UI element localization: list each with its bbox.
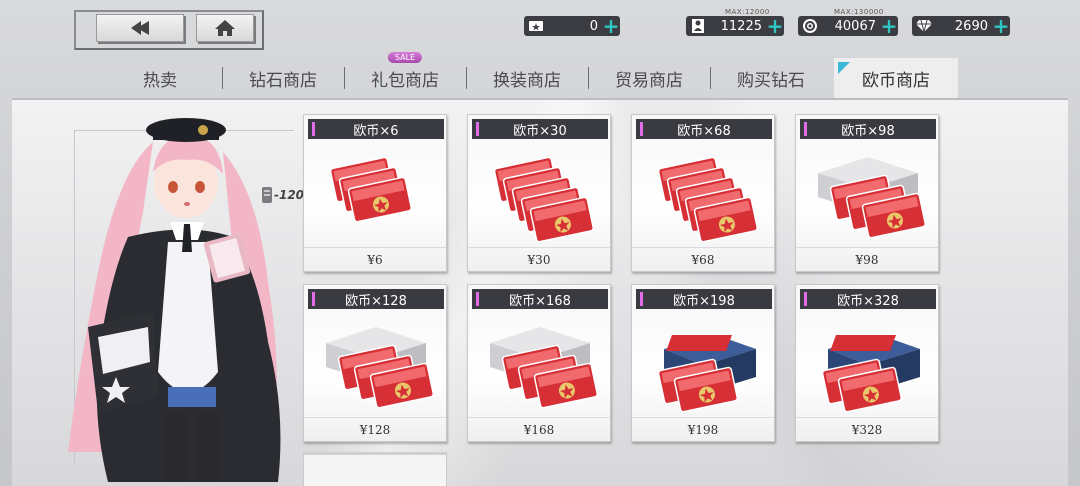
product-title-bar: 欧币×168 <box>472 289 608 309</box>
product-title-bar: 欧币×128 <box>308 289 444 309</box>
title-accent-mark <box>312 292 315 306</box>
title-accent-mark <box>640 292 643 306</box>
product-price: ¥328 <box>796 417 938 441</box>
tab-ocoin-shop[interactable]: 欧币商店 <box>834 58 958 98</box>
tab-label: 购买钻石 <box>737 70 805 91</box>
product-price: ¥128 <box>304 417 446 441</box>
title-accent-mark <box>640 122 643 136</box>
product-title-bar: 欧币×68 <box>636 119 772 139</box>
add-icon[interactable]: + <box>880 16 898 36</box>
add-icon[interactable]: + <box>992 16 1010 36</box>
product-card[interactable]: 欧币×198 ¥198 <box>631 284 775 442</box>
product-title: 欧币×30 <box>513 123 567 139</box>
product-card[interactable]: 欧币×98 ¥98 <box>795 114 939 272</box>
product-title-bar: 欧币×98 <box>800 119 936 139</box>
tab-label: 热卖 <box>143 70 177 91</box>
product-price: ¥98 <box>796 247 938 271</box>
ocoin-package-image <box>493 156 594 243</box>
resource-value: 2690 <box>954 18 988 34</box>
title-accent-mark <box>476 292 479 306</box>
resource-value: 11225 <box>720 18 762 34</box>
shop-tabs: 热卖 钻石商店 SALE 礼包商店 换装商店 贸易商店 购买钻石 欧币商店 <box>98 52 968 98</box>
product-price: ¥198 <box>632 417 774 441</box>
ocoin-package-image <box>821 335 920 413</box>
tab-label: 换装商店 <box>493 70 561 91</box>
product-title: 欧币×198 <box>673 293 735 309</box>
product-card-partial[interactable] <box>303 452 447 486</box>
tab-trade-shop[interactable]: 贸易商店 <box>588 58 710 98</box>
active-tab-marker <box>838 62 850 74</box>
product-price: ¥30 <box>468 247 610 271</box>
title-accent-mark <box>804 292 807 306</box>
tab-label: 礼包商店 <box>371 70 439 91</box>
product-card[interactable]: 欧币×68 ¥68 <box>631 114 775 272</box>
home-icon <box>215 20 235 36</box>
ocoin-package-image <box>818 157 926 239</box>
product-title-bar: 欧币×30 <box>472 119 608 139</box>
product-card[interactable]: 欧币×6 ¥6 <box>303 114 447 272</box>
product-title: 欧币×6 <box>353 123 399 139</box>
ocoin-package-image <box>329 156 412 223</box>
cost-value: -120 <box>274 188 305 202</box>
product-title: 欧币×168 <box>509 293 571 309</box>
resource-max-label: MAX:12000 <box>725 8 770 16</box>
tab-label: 贸易商店 <box>615 70 683 91</box>
title-accent-mark <box>312 122 315 136</box>
resource-gear[interactable]: 40067 + <box>798 16 898 36</box>
resource-ticket[interactable]: 0 + <box>524 16 620 36</box>
product-title-bar: 欧币×6 <box>308 119 444 139</box>
shop-character-illustration <box>68 118 281 482</box>
ocoin-package-image <box>326 327 434 409</box>
ocoin-package-image <box>657 156 758 243</box>
product-card[interactable]: 欧币×128 ¥128 <box>303 284 447 442</box>
product-title-bar: 欧币×198 <box>636 289 772 309</box>
resource-max-label: MAX:130000 <box>834 8 884 16</box>
home-button[interactable] <box>196 14 254 42</box>
resource-diamond[interactable]: 2690 + <box>912 16 1010 36</box>
tab-diamond-shop[interactable]: 钻石商店 <box>222 58 344 98</box>
product-card[interactable]: 欧币×328 ¥328 <box>795 284 939 442</box>
add-icon[interactable]: + <box>766 16 784 36</box>
tab-label: 欧币商店 <box>862 70 930 91</box>
resource-manpower[interactable]: 11225 + <box>686 16 784 36</box>
product-price: ¥168 <box>468 417 610 441</box>
add-icon[interactable]: + <box>602 16 620 36</box>
product-card[interactable]: 欧币×30 ¥30 <box>467 114 611 272</box>
tab-hot-sale[interactable]: 热卖 <box>98 58 222 98</box>
item-cost-icon <box>262 187 272 203</box>
product-title: 欧币×68 <box>677 123 731 139</box>
product-title-bar: 欧币×328 <box>800 289 936 309</box>
back-arrow-icon <box>131 21 149 35</box>
title-accent-mark <box>804 122 807 136</box>
tab-package-shop[interactable]: SALE 礼包商店 <box>344 52 466 98</box>
cost-tag: -120 <box>260 185 304 205</box>
resource-value: 40067 <box>834 18 876 34</box>
diamond-icon <box>914 16 934 36</box>
sale-badge: SALE <box>387 52 423 63</box>
back-button[interactable] <box>96 14 184 42</box>
ticket-icon <box>526 16 546 36</box>
gear-coin-icon <box>800 16 820 36</box>
product-price: ¥6 <box>304 247 446 271</box>
top-bar: 0 + MAX:12000 11225 + MAX:130000 40067 +… <box>0 0 1080 58</box>
product-price: ¥68 <box>632 247 774 271</box>
tab-skin-shop[interactable]: 换装商店 <box>466 58 588 98</box>
product-title: 欧币×98 <box>841 123 895 139</box>
tab-buy-diamonds[interactable]: 购买钻石 <box>710 58 832 98</box>
product-card[interactable]: 欧币×168 ¥168 <box>467 284 611 442</box>
ocoin-package-image <box>657 335 756 413</box>
ocoin-package-image <box>490 327 598 409</box>
product-title: 欧币×328 <box>837 293 899 309</box>
manpower-icon <box>688 16 708 36</box>
product-title: 欧币×128 <box>345 293 407 309</box>
title-accent-mark <box>476 122 479 136</box>
tab-label: 钻石商店 <box>249 70 317 91</box>
resource-value: 0 <box>589 18 598 34</box>
